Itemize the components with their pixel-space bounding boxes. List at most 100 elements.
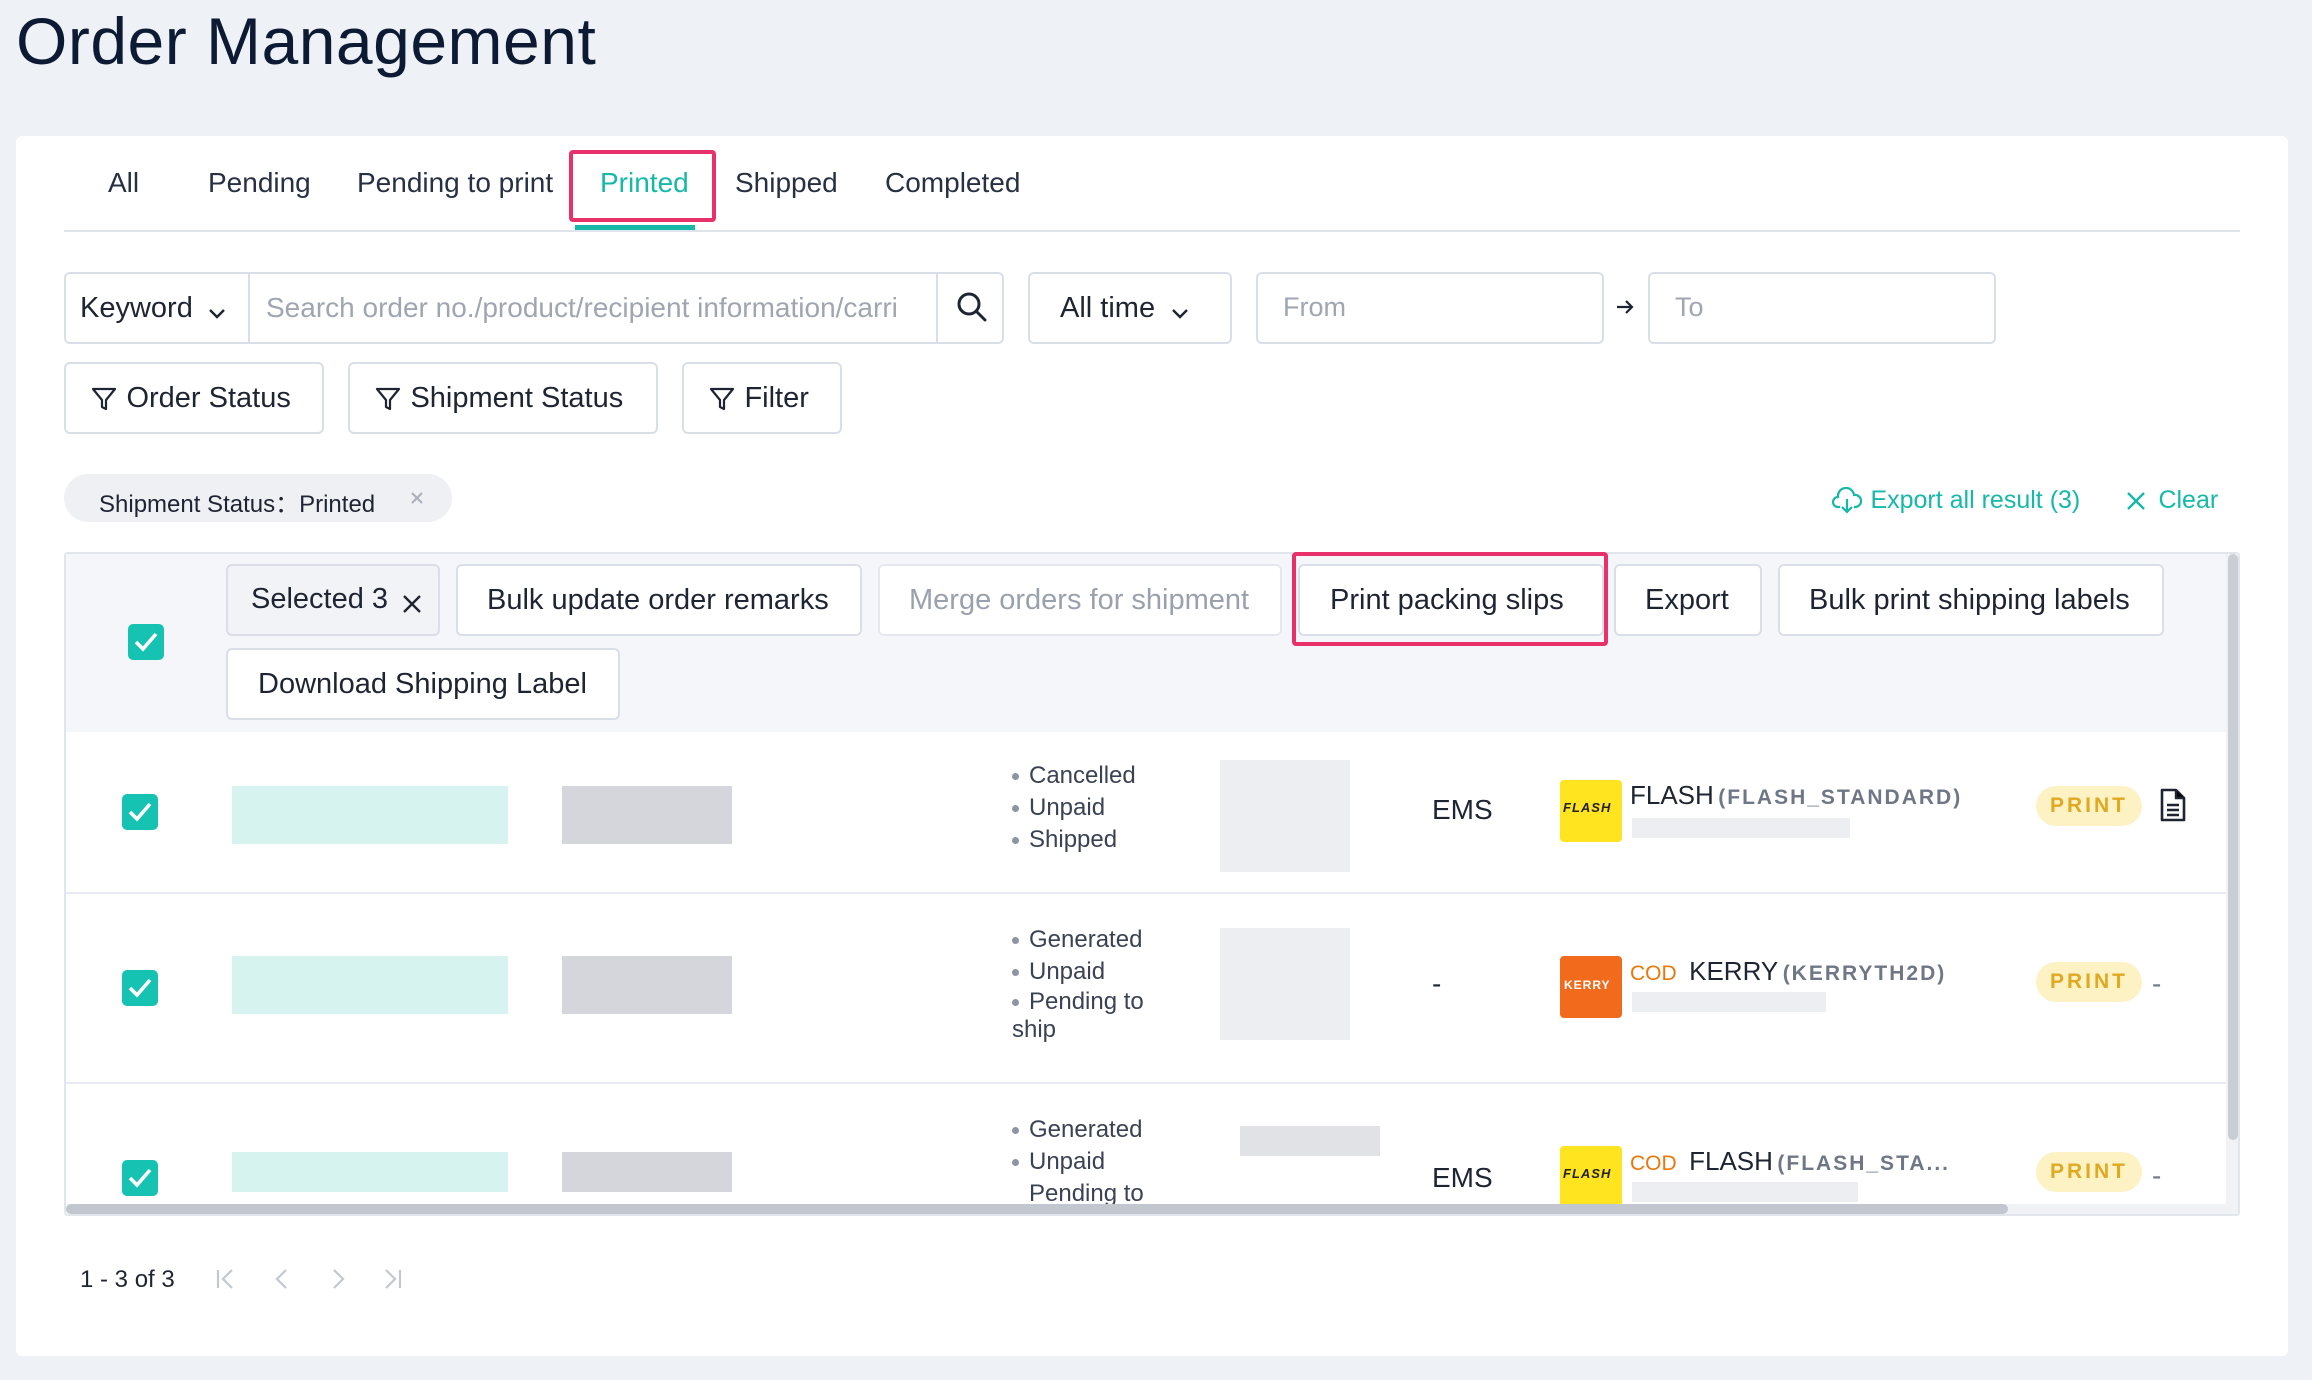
redacted-product (562, 786, 732, 844)
keyword-label: Keyword (80, 292, 193, 324)
carrier-name: FLASH (1689, 1146, 1773, 1176)
last-page-icon[interactable] (380, 1266, 404, 1292)
tab-all[interactable]: All (108, 166, 139, 200)
filter-icon (375, 387, 401, 410)
keyword-divider (248, 274, 250, 342)
order-status-filter-content: Order Status (90, 382, 291, 415)
tab-printed-highlight (569, 150, 716, 222)
redacted-product (562, 1152, 732, 1192)
status-item: Unpaid (1012, 1146, 1144, 1178)
chevron-down-icon (209, 308, 226, 319)
close-icon (2127, 491, 2145, 510)
document-icon[interactable] (2158, 788, 2188, 822)
row-checkbox[interactable] (122, 1160, 158, 1196)
time-select-content: All time (1060, 292, 1192, 325)
carrier-name: FLASH (1630, 780, 1714, 810)
cloud-download-icon (1831, 486, 1863, 514)
bulk-print-labels-label: Bulk print shipping labels (1809, 584, 2130, 616)
close-icon[interactable] (401, 593, 423, 615)
filter-button-content: Filter (708, 382, 809, 415)
vertical-scrollbar[interactable] (2228, 554, 2238, 1140)
keyword-select[interactable]: Keyword (80, 292, 229, 325)
filter-icon (91, 387, 117, 410)
status-item: Pending to (1029, 1180, 1144, 1204)
redacted-order-number (232, 1152, 508, 1192)
selected-count-content: Selected 3 (251, 583, 423, 616)
page-title: Order Management (16, 4, 597, 78)
first-page-icon[interactable] (214, 1266, 238, 1292)
service-type: - (1432, 968, 1442, 999)
active-tab-indicator (575, 225, 695, 230)
shipment-status-label: Shipment Status (410, 382, 624, 414)
redacted-recipient (1220, 928, 1350, 1040)
filter-label: Filter (744, 382, 809, 414)
selected-count-label: Selected 3 (251, 583, 389, 615)
service-type: EMS (1432, 1162, 1493, 1193)
redacted-recipient (1240, 1126, 1380, 1156)
carrier-info: COD KERRY (KERRYTH2D) (1630, 956, 1946, 987)
carrier-name: KERRY (1689, 956, 1779, 986)
redacted-order-number (232, 786, 508, 844)
cod-badge: COD (1630, 1152, 1677, 1175)
check-icon (134, 632, 158, 652)
carrier-code: (KERRYTH2D) (1782, 962, 1947, 985)
redacted-tracking (1632, 1182, 1858, 1202)
status-list: Generated Unpaid Pending to ship (1012, 924, 1162, 1044)
print-packing-slips-highlight (1292, 552, 1608, 646)
carrier-code: (FLASH_STA... (1777, 1152, 1951, 1175)
download-shipping-label-label: Download Shipping Label (258, 668, 587, 700)
horizontal-scrollbar[interactable] (66, 1204, 2008, 1214)
check-icon (128, 1168, 152, 1188)
print-badge: PRINT (2036, 1152, 2142, 1192)
bulk-update-remarks-label: Bulk update order remarks (487, 584, 829, 616)
status-item: Unpaid (1012, 956, 1162, 988)
tab-shipped[interactable]: Shipped (735, 166, 838, 200)
shipment-status-filter-content: Shipment Status (374, 382, 623, 415)
tab-pending[interactable]: Pending (208, 166, 311, 200)
redacted-tracking (1632, 818, 1850, 838)
row-checkbox[interactable] (122, 970, 158, 1006)
next-page-icon[interactable] (326, 1266, 350, 1292)
prev-page-icon[interactable] (270, 1266, 294, 1292)
export-all-link[interactable]: Export all result (3) (1831, 486, 2081, 515)
merge-orders-label: Merge orders for shipment (909, 584, 1250, 616)
export-all-label: Export all result (3) (1870, 486, 2081, 514)
print-badge: PRINT (2036, 786, 2142, 826)
cod-badge: COD (1630, 962, 1677, 985)
status-item: Unpaid (1012, 792, 1136, 824)
redacted-product (562, 956, 732, 1014)
row-checkbox[interactable] (122, 794, 158, 830)
status-item: Cancelled (1012, 760, 1136, 792)
carrier-code: (FLASH_STANDARD) (1718, 786, 1963, 809)
flash-logo: FLASH (1560, 1146, 1622, 1204)
status-item: Shipped (1012, 824, 1136, 856)
search-divider (936, 274, 938, 342)
redacted-order-number (232, 956, 508, 1014)
clear-label: Clear (2158, 486, 2219, 514)
close-icon[interactable] (409, 490, 425, 506)
check-icon (128, 978, 152, 998)
print-badge: PRINT (2036, 962, 2142, 1002)
redacted-tracking (1632, 992, 1826, 1012)
filter-icon (709, 387, 735, 410)
kerry-logo: KERRY (1560, 956, 1622, 1018)
row-extra: - (2152, 968, 2162, 999)
status-item: Generated (1012, 924, 1162, 956)
pagination-summary: 1 - 3 of 3 (80, 1266, 175, 1293)
search-icon (957, 292, 987, 322)
arrow-right-icon (1617, 300, 1634, 314)
clear-link[interactable]: Clear (2124, 486, 2218, 515)
tab-pending-to-print[interactable]: Pending to print (357, 166, 553, 200)
status-list: Generated Unpaid Pending to (1012, 1114, 1144, 1204)
search-button[interactable] (955, 290, 989, 329)
row-extra: - (2152, 1160, 2162, 1191)
search-input[interactable]: Search order no./product/recipient infor… (266, 292, 920, 324)
redacted-recipient (1220, 760, 1350, 872)
carrier-info: COD FLASH (FLASH_STA... (1630, 1146, 1950, 1177)
time-select-label: All time (1060, 292, 1156, 324)
date-from-placeholder: From (1283, 292, 1346, 322)
status-list: Cancelled Unpaid Shipped (1012, 760, 1136, 856)
active-filter-label: Shipment Status：Printed (99, 491, 376, 518)
select-all-checkbox[interactable] (128, 624, 164, 660)
tab-completed[interactable]: Completed (885, 166, 1020, 200)
